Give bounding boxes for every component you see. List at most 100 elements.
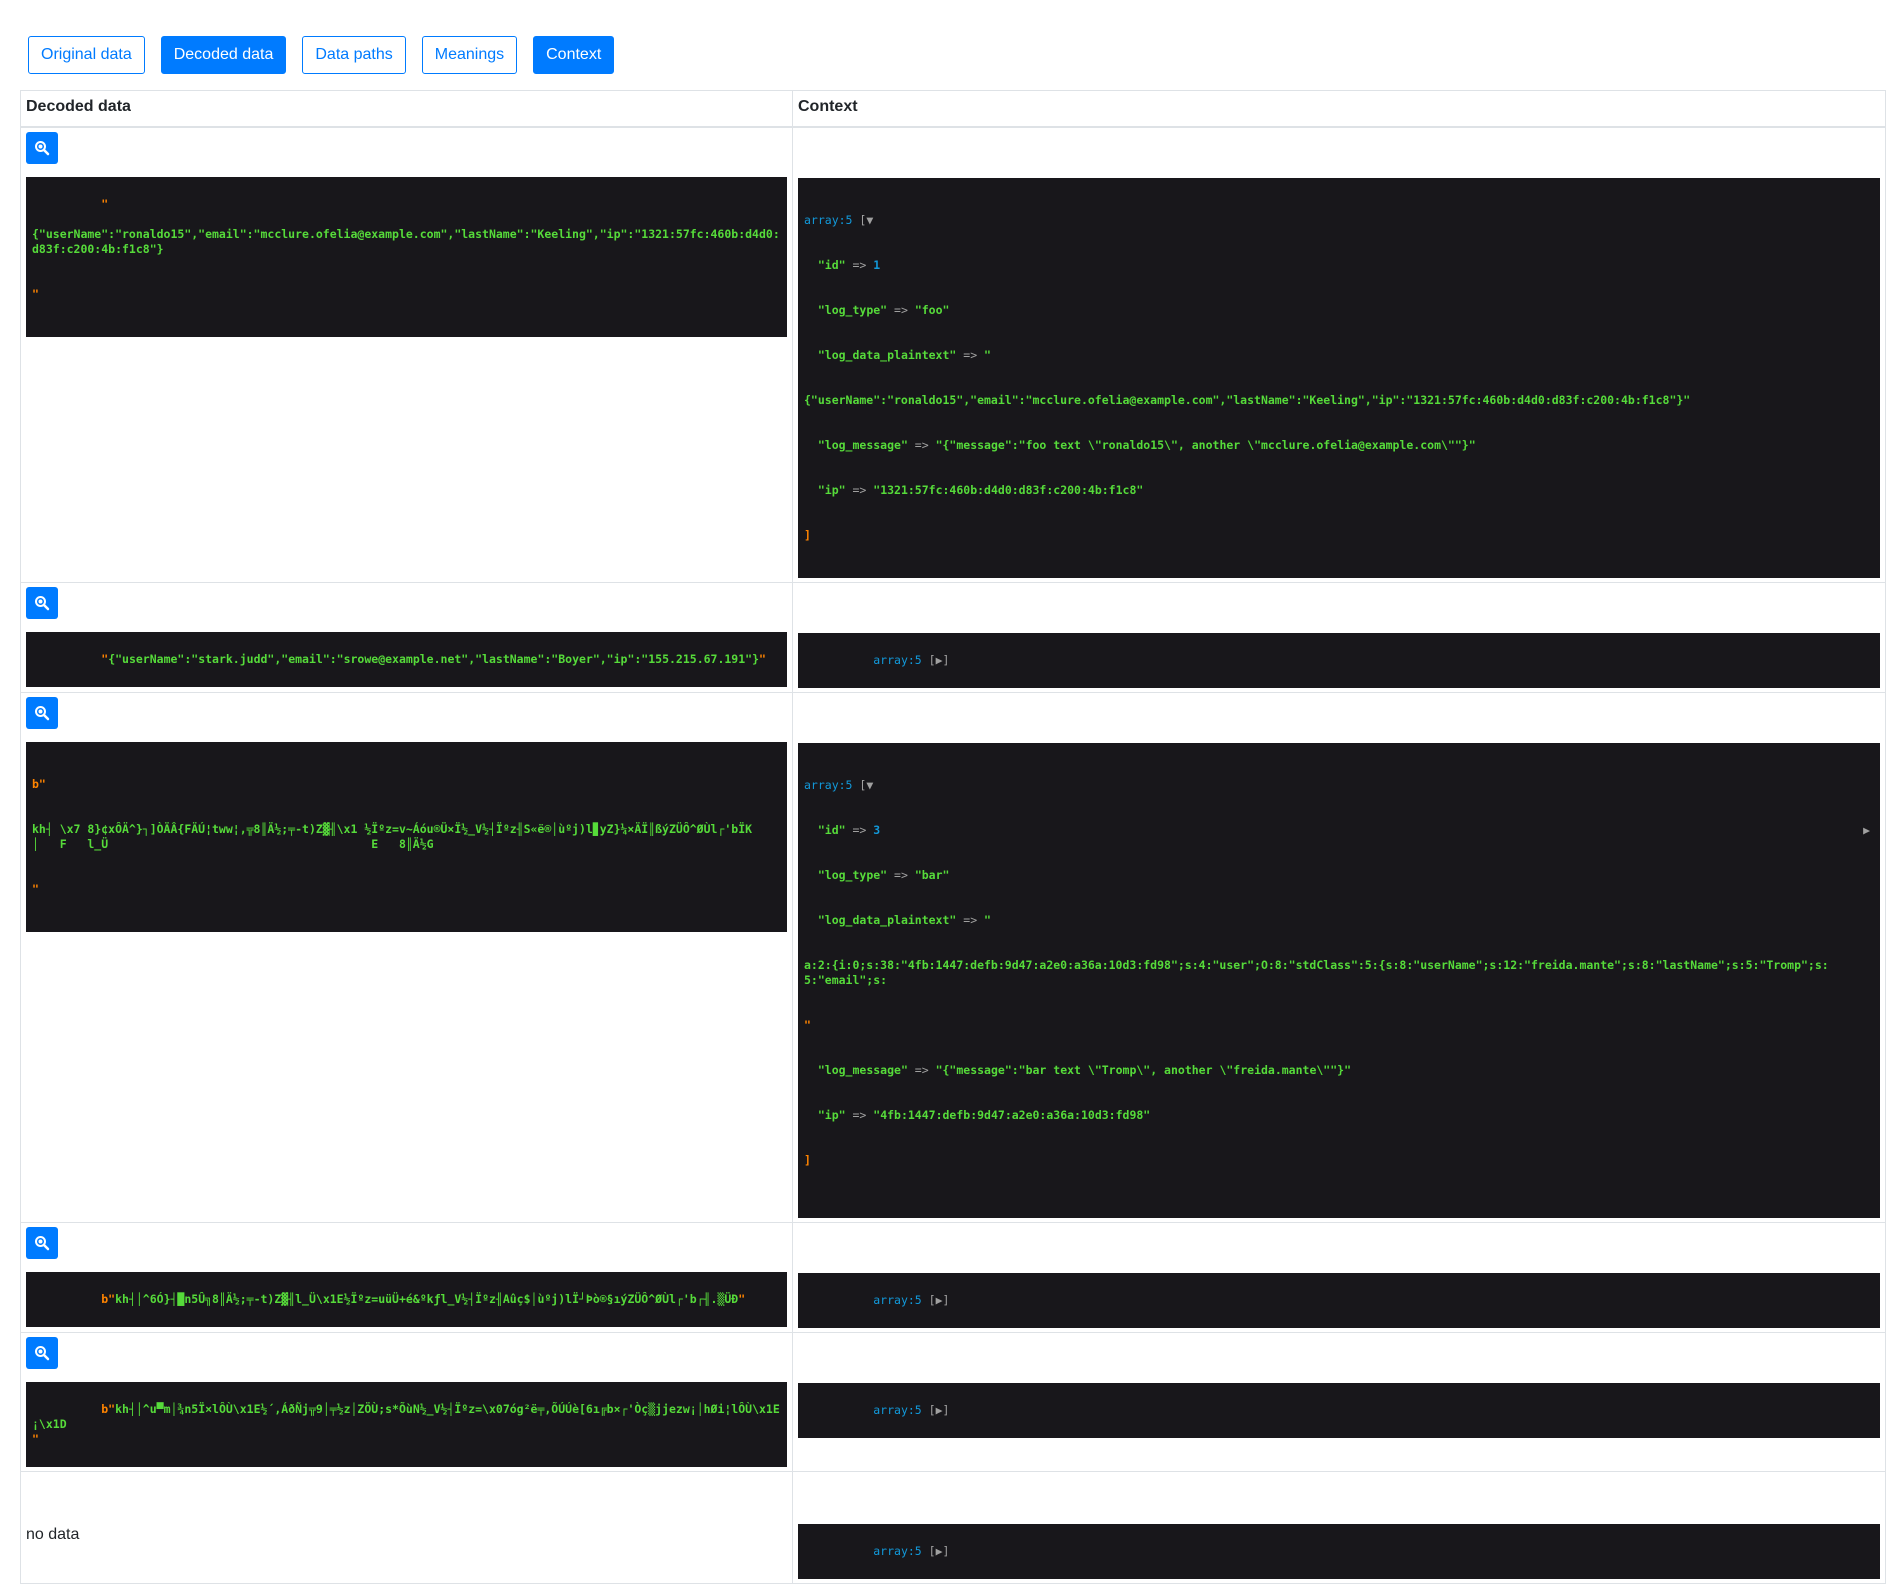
context-dump: array:5 [▶]	[798, 1272, 1880, 1328]
dump-value: kh┤│^u▀m│¾n5Ï×lÔÙ\x1E½´,ÁðÑj╦9│╤½z│ZÖÙ;s…	[32, 1401, 780, 1431]
dump-key: "log_type"	[817, 302, 888, 317]
dump-key: "log_data_plaintext"	[817, 912, 957, 927]
dump-value: "1321:57fc:460b:d4d0:d83f:c200:4b:f1c8"	[873, 482, 1144, 497]
dump-value: {"userName":"ronaldo15","email":"mcclure…	[32, 226, 780, 256]
context-cell: array:5 [▶]	[792, 1470, 1886, 1584]
expand-toggle[interactable]: [▶]	[929, 1293, 950, 1307]
dump-open-quote: b"	[32, 776, 46, 791]
table-row: b" kh┤ \x7 8}¢xÔÄ^}┐]ÒÄÂ{FÄÚ¦tww¦,╦8║Ä½;…	[20, 691, 1886, 1223]
decoded-cell: " {"userName":"ronaldo15","email":"mcclu…	[20, 126, 793, 583]
dump-close-quote: "	[804, 1017, 811, 1032]
table-row: "{"userName":"stark.judd","email":"srowe…	[20, 581, 1886, 693]
dump-arrow: =>	[887, 302, 915, 317]
context-cell: array:5 [▶]	[792, 1331, 1886, 1472]
dump-close-quote: "	[32, 286, 39, 301]
dump-value: "	[984, 912, 991, 927]
dump-arrow: =>	[907, 1062, 936, 1077]
dump-value: "bar"	[914, 867, 950, 882]
decoded-cell: b"kh┤│^u▀m│¾n5Ï×lÔÙ\x1E½´,ÁðÑj╦9│╤½z│ZÖÙ…	[20, 1331, 793, 1472]
dump-key: "log_message"	[817, 1062, 908, 1077]
dump-key: "log_message"	[817, 437, 908, 452]
context-dump: array:5 [▼ "id" => 1 "log_type" => "foo"…	[798, 177, 1880, 578]
dump-arrow: =>	[887, 867, 915, 882]
dump-arrow: =>	[845, 1107, 874, 1122]
dump-key: "log_type"	[817, 867, 888, 882]
dump-arrow: =>	[956, 347, 985, 362]
array-note: array:5	[873, 1292, 922, 1307]
dump-key: "id"	[817, 822, 846, 837]
expand-toggle[interactable]: [▶]	[929, 1544, 950, 1558]
zoom-button[interactable]	[26, 696, 58, 729]
context-dump: array:5 [▶]	[798, 1523, 1880, 1579]
magnify-icon	[35, 140, 50, 155]
collapse-toggle[interactable]: [▼	[859, 213, 873, 227]
dump-arrow: =>	[845, 257, 874, 272]
dump-value: {"userName":"stark.judd","email":"srowe@…	[108, 651, 760, 666]
array-note: array:5	[804, 777, 853, 792]
table-row: b"kh┤│^6Ó}┤█n5Û╗8║Ä½;╤-t)Z▓╢l_Ü\x1E½Ïºz=…	[20, 1221, 1886, 1333]
dump-value: 3	[873, 822, 881, 837]
dump-key: "log_data_plaintext"	[817, 347, 957, 362]
data-table: Decoded data Context " {"userName":"rona…	[20, 90, 1886, 1584]
dump-key: "ip"	[817, 1107, 846, 1122]
dump-value: "{"message":"bar text \"Tromp\", another…	[935, 1062, 1351, 1077]
meanings-button[interactable]: Meanings	[421, 36, 518, 74]
context-button[interactable]: Context	[533, 36, 615, 74]
collapse-toggle[interactable]: [▼	[859, 778, 873, 792]
dump-value: a:2:{i:0;s:38:"4fb:1447:defb:9d47:a2e0:a…	[804, 957, 1829, 987]
decoded-dump: b"kh┤│^6Ó}┤█n5Û╗8║Ä½;╤-t)Z▓╢l_Ü\x1E½Ïºz=…	[26, 1271, 787, 1327]
decoded-dump: b" kh┤ \x7 8}¢xÔÄ^}┐]ÒÄÂ{FÄÚ¦tww¦,╦8║Ä½;…	[26, 741, 787, 932]
context-dump: array:5 [▶]	[798, 1382, 1880, 1438]
no-data-text: no data	[26, 1525, 80, 1543]
array-note: array:5	[873, 1402, 922, 1417]
dump-close-quote: "	[32, 1431, 39, 1446]
dump-arrow: =>	[845, 482, 874, 497]
dump-value: "	[984, 347, 991, 362]
dump-value: "4fb:1447:defb:9d47:a2e0:a36a:10d3:fd98"	[873, 1107, 1151, 1122]
dump-value: "foo"	[914, 302, 950, 317]
expand-toggle[interactable]: [▶]	[929, 1403, 950, 1417]
decoded-cell: b"kh┤│^6Ó}┤█n5Û╗8║Ä½;╤-t)Z▓╢l_Ü\x1E½Ïºz=…	[20, 1221, 793, 1333]
dump-open-quote: b"	[101, 1401, 116, 1416]
decoded-data-header: Decoded data	[20, 90, 793, 128]
zoom-button[interactable]	[26, 586, 58, 619]
magnify-icon	[35, 1235, 50, 1250]
array-note: array:5	[873, 652, 922, 667]
zoom-button[interactable]	[26, 1226, 58, 1259]
dump-close-bracket: ]	[804, 1152, 811, 1167]
table-row: " {"userName":"ronaldo15","email":"mcclu…	[20, 126, 1886, 583]
dump-arrow: =>	[845, 822, 874, 837]
decoded-data-button[interactable]: Decoded data	[160, 36, 287, 74]
context-cell: array:5 [▼ "id" => 3 "log_type" => "bar"…	[792, 691, 1886, 1223]
dump-value: {"userName":"ronaldo15","email":"mcclure…	[804, 392, 1691, 407]
dump-open-quote: "	[101, 196, 109, 211]
data-paths-button[interactable]: Data paths	[302, 36, 406, 74]
decoded-dump: "{"userName":"stark.judd","email":"srowe…	[26, 631, 787, 687]
dump-arrow: =>	[956, 912, 985, 927]
dump-close-quote: "	[32, 881, 39, 896]
decoded-cell: no data	[20, 1470, 793, 1584]
array-note: array:5	[804, 212, 853, 227]
dump-value: kh┤│^6Ó}┤█n5Û╗8║Ä½;╤-t)Z▓╢l_Ü\x1E½Ïºz=uü…	[115, 1291, 739, 1306]
dump-value: kh┤ \x7 8}¢xÔÄ^}┐]ÒÄÂ{FÄÚ¦tww¦,╦8║Ä½;╤-t…	[32, 821, 753, 851]
original-data-button[interactable]: Original data	[28, 36, 145, 74]
dump-close-bracket: ]	[804, 527, 811, 542]
dump-key: "ip"	[817, 482, 846, 497]
dump-close-quote: "	[759, 651, 766, 666]
table-row: b"kh┤│^u▀m│¾n5Ï×lÔÙ\x1E½´,ÁðÑj╦9│╤½z│ZÖÙ…	[20, 1331, 1886, 1472]
array-note: array:5	[873, 1543, 922, 1558]
zoom-button[interactable]	[26, 1336, 58, 1369]
dump-key: "id"	[817, 257, 846, 272]
dump-open-quote: b"	[101, 1291, 116, 1306]
table-header-row: Decoded data Context	[20, 90, 1886, 128]
context-header: Context	[792, 90, 1886, 128]
zoom-button[interactable]	[26, 131, 58, 164]
expand-string-icon[interactable]: ▶	[1863, 823, 1870, 838]
context-dump: array:5 [▶]	[798, 632, 1880, 688]
decoded-dump: b"kh┤│^u▀m│¾n5Ï×lÔÙ\x1E½´,ÁðÑj╦9│╤½z│ZÖÙ…	[26, 1381, 787, 1467]
expand-toggle[interactable]: [▶]	[929, 653, 950, 667]
context-cell: array:5 [▶]	[792, 581, 1886, 693]
dump-value: "{"message":"foo text \"ronaldo15\", ano…	[935, 437, 1476, 452]
decoded-cell: b" kh┤ \x7 8}¢xÔÄ^}┐]ÒÄÂ{FÄÚ¦tww¦,╦8║Ä½;…	[20, 691, 793, 1223]
table-row: no data array:5 [▶]	[20, 1470, 1886, 1584]
